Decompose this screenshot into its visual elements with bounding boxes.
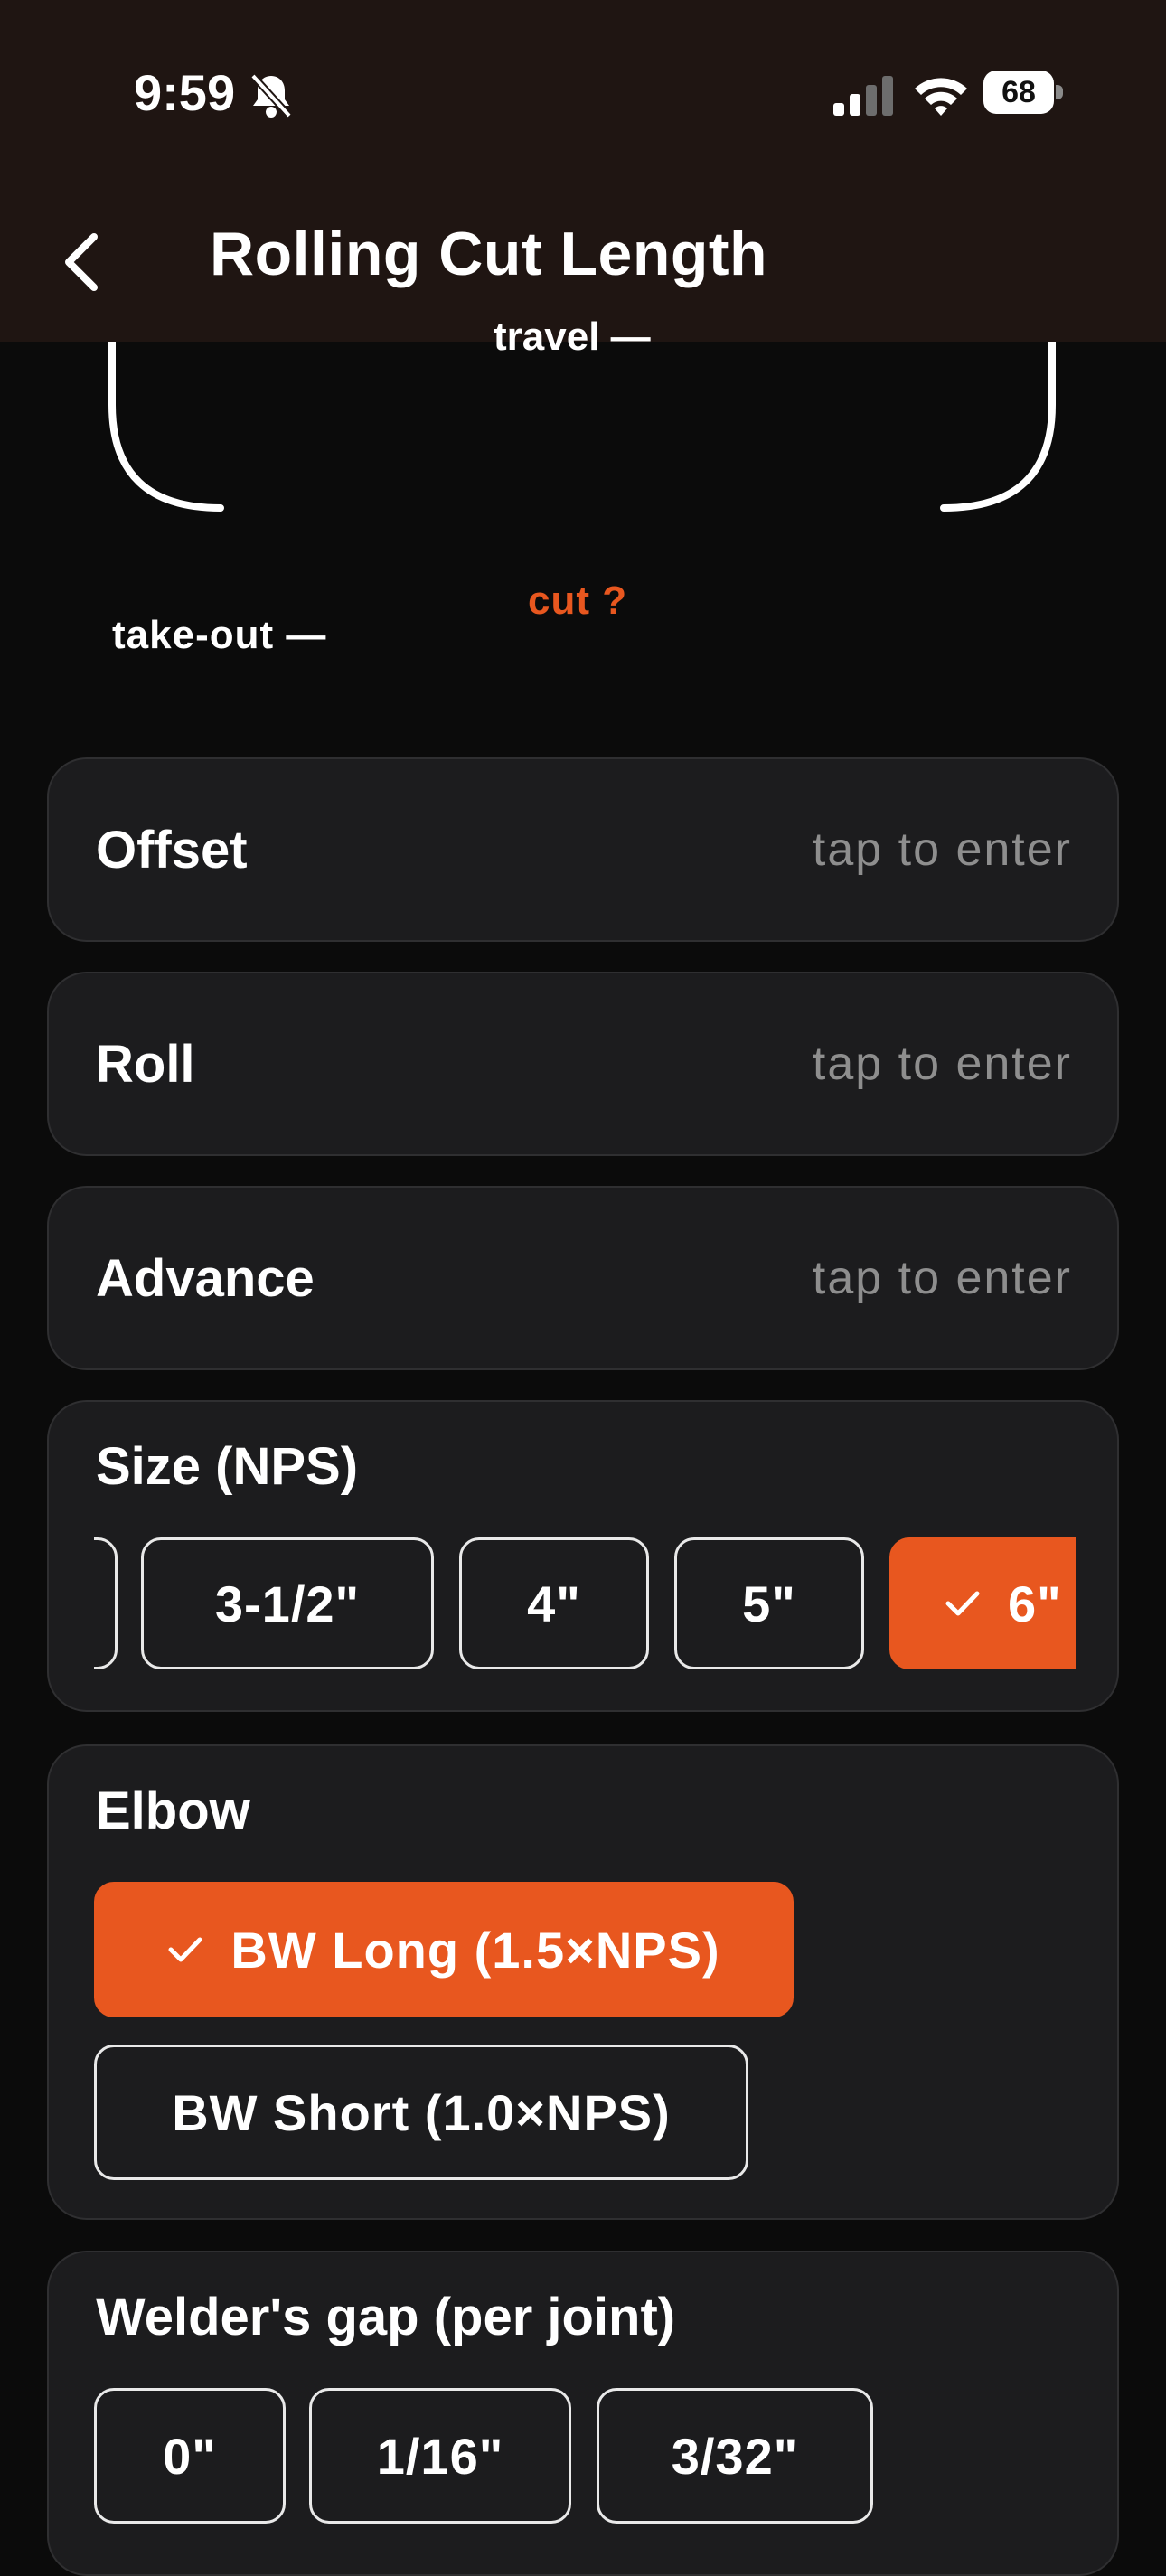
welders-gap-heading: Welder's gap (per joint) bbox=[96, 2288, 676, 2346]
size-chip-6-label: 6" bbox=[1008, 1575, 1062, 1632]
offset-field[interactable]: Offset tap to enter bbox=[47, 757, 1119, 942]
battery-level: 68 bbox=[983, 71, 1054, 114]
pipe-bend-outline bbox=[108, 342, 1056, 512]
advance-hint: tap to enter bbox=[812, 1252, 1072, 1304]
gap-chip-0[interactable]: 0" bbox=[94, 2388, 286, 2524]
elbow-chip-bw-long-selected[interactable]: BW Long (1.5×NPS) bbox=[94, 1882, 794, 2017]
status-bar: 9:59 68 bbox=[0, 0, 1166, 181]
elbow-bw-long-label: BW Long (1.5×NPS) bbox=[230, 1921, 720, 1979]
offset-hint: tap to enter bbox=[812, 823, 1072, 876]
offset-label: Offset bbox=[96, 820, 248, 879]
status-time: 9:59 bbox=[134, 64, 236, 121]
cut-label: cut ? bbox=[528, 578, 628, 623]
size-heading: Size (NPS) bbox=[96, 1437, 359, 1496]
size-chip-previous[interactable] bbox=[94, 1537, 118, 1669]
bell-muted-icon bbox=[250, 73, 292, 118]
takeout-label: take-out — bbox=[112, 613, 327, 657]
roll-field[interactable]: Roll tap to enter bbox=[47, 972, 1119, 1156]
wifi-icon bbox=[915, 78, 967, 116]
size-chip-4[interactable]: 4" bbox=[459, 1537, 649, 1669]
elbow-chip-bw-short[interactable]: BW Short (1.0×NPS) bbox=[94, 2045, 748, 2180]
gap-chip-3-32[interactable]: 3/32" bbox=[597, 2388, 873, 2524]
travel-label: travel — bbox=[494, 315, 651, 359]
welders-gap-card: Welder's gap (per joint) 0" 1/16" 3/32" bbox=[47, 2251, 1119, 2576]
advance-field[interactable]: Advance tap to enter bbox=[47, 1186, 1119, 1370]
advance-label: Advance bbox=[96, 1248, 315, 1308]
page-title: Rolling Cut Length bbox=[210, 220, 768, 288]
back-chevron-icon[interactable] bbox=[54, 226, 108, 298]
rolling-offset-diagram: travel — take-out — cut ? bbox=[0, 315, 1166, 739]
roll-hint: tap to enter bbox=[812, 1038, 1072, 1090]
checkmark-icon bbox=[168, 1937, 202, 1962]
elbow-heading: Elbow bbox=[96, 1782, 250, 1840]
size-chip-5[interactable]: 5" bbox=[674, 1537, 864, 1669]
size-chip-6-selected[interactable]: 6" bbox=[889, 1537, 1076, 1669]
battery-icon: 68 bbox=[983, 71, 1063, 114]
gap-chip-1-16[interactable]: 1/16" bbox=[309, 2388, 571, 2524]
size-chip-scroller[interactable]: 3-1/2" 4" 5" 6" bbox=[94, 1537, 1076, 1673]
cellular-signal-icon bbox=[833, 76, 893, 116]
roll-label: Roll bbox=[96, 1034, 195, 1094]
size-card: Size (NPS) 3-1/2" 4" 5" 6" bbox=[47, 1400, 1119, 1712]
elbow-card: Elbow BW Long (1.5×NPS) BW Short (1.0×NP… bbox=[47, 1744, 1119, 2220]
checkmark-icon bbox=[945, 1591, 980, 1616]
size-chip-3-1-2[interactable]: 3-1/2" bbox=[141, 1537, 434, 1669]
